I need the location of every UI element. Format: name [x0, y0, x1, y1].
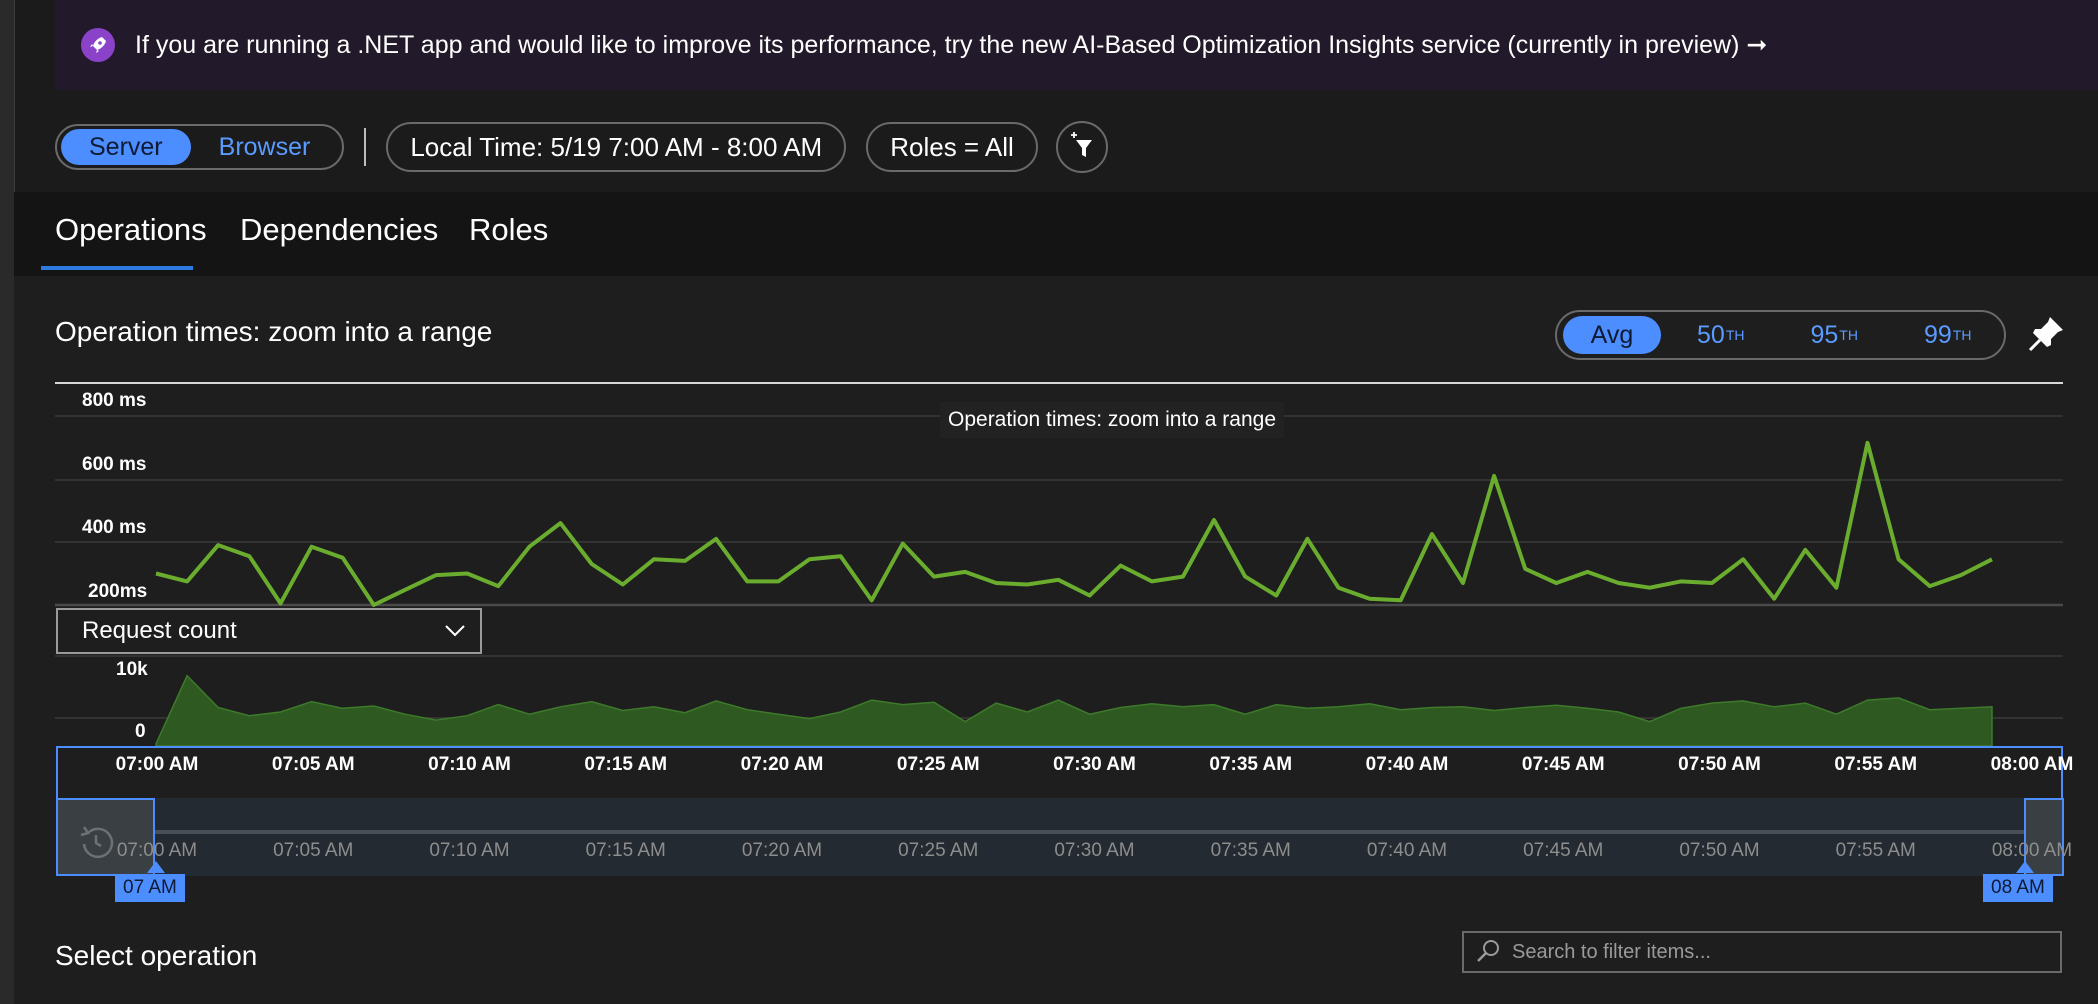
- x-tick-label: 07:05 AM: [271, 754, 355, 775]
- x-tick-label: 07:55 AM: [1834, 754, 1918, 775]
- brush-tick-label: 07:10 AM: [429, 840, 510, 861]
- brush-tick-label: 07:55 AM: [1835, 840, 1916, 861]
- metric-dropdown[interactable]: Request count: [56, 608, 482, 654]
- y-label-800: 800 ms: [82, 390, 147, 411]
- x-tick-label: 08:00 AM: [1990, 754, 2074, 775]
- x-tick-label: 07:35 AM: [1209, 754, 1293, 775]
- y-label-200: 200ms: [88, 581, 148, 602]
- x-tick-label: 07:30 AM: [1053, 754, 1136, 775]
- brush-start-marker: [147, 861, 165, 873]
- x-tick-label: 07:15 AM: [584, 754, 668, 775]
- search-icon: [1477, 940, 1499, 962]
- brush-tick-label: 07:05 AM: [273, 840, 354, 861]
- reset-zoom-button[interactable]: [76, 822, 116, 867]
- y-label-0: 0: [135, 721, 146, 742]
- x-tick-label: 07:25 AM: [896, 754, 980, 775]
- brush-tick-label: 07:45 AM: [1523, 840, 1604, 861]
- operation-time-series-line[interactable]: [155, 440, 1993, 607]
- select-operation-title: Select operation: [55, 940, 258, 971]
- reset-zoom-icon: [80, 826, 114, 859]
- time-brush[interactable]: [56, 798, 2063, 876]
- request-count-area[interactable]: [155, 674, 1993, 747]
- y-label-400: 400 ms: [82, 517, 147, 538]
- brush-tick-label: 07:20 AM: [741, 840, 823, 861]
- brush-tick-label: 07:30 AM: [1054, 840, 1135, 861]
- brush-tick-label: 07:50 AM: [1679, 840, 1760, 861]
- x-tick-label: 07:10 AM: [428, 754, 511, 775]
- operation-search-box[interactable]: [1462, 931, 2062, 973]
- brush-tick-label: 07:00 AM: [116, 840, 198, 861]
- x-tick-label: 07:40 AM: [1365, 754, 1449, 775]
- brush-start-label: 07 AM: [115, 874, 185, 902]
- brush-end-label: 08 AM: [1983, 874, 2053, 902]
- search-input[interactable]: [1510, 939, 2034, 965]
- brush-tick-label: 07:25 AM: [898, 840, 979, 861]
- brush-tick-label: 07:35 AM: [1210, 840, 1291, 861]
- brush-tick-label: 07:15 AM: [585, 840, 666, 861]
- time-brush-track: [56, 830, 2063, 834]
- metric-dropdown-value: Request count: [82, 617, 237, 644]
- x-tick-label: 07:45 AM: [1521, 754, 1605, 775]
- x-tick-label: 07:20 AM: [740, 754, 824, 775]
- brush-tick-label: 08:00 AM: [1991, 840, 2073, 861]
- y-label-10k: 10k: [116, 659, 148, 680]
- chevron-down-icon: [445, 625, 465, 637]
- brush-tick-label: 07:40 AM: [1366, 840, 1448, 861]
- y-label-600: 600 ms: [82, 454, 147, 475]
- brush-end-marker: [2016, 861, 2034, 873]
- x-tick-label: 07:50 AM: [1678, 754, 1761, 775]
- chart-tooltip: Operation times: zoom into a range: [940, 402, 1285, 438]
- x-tick-label: 07:00 AM: [115, 754, 199, 775]
